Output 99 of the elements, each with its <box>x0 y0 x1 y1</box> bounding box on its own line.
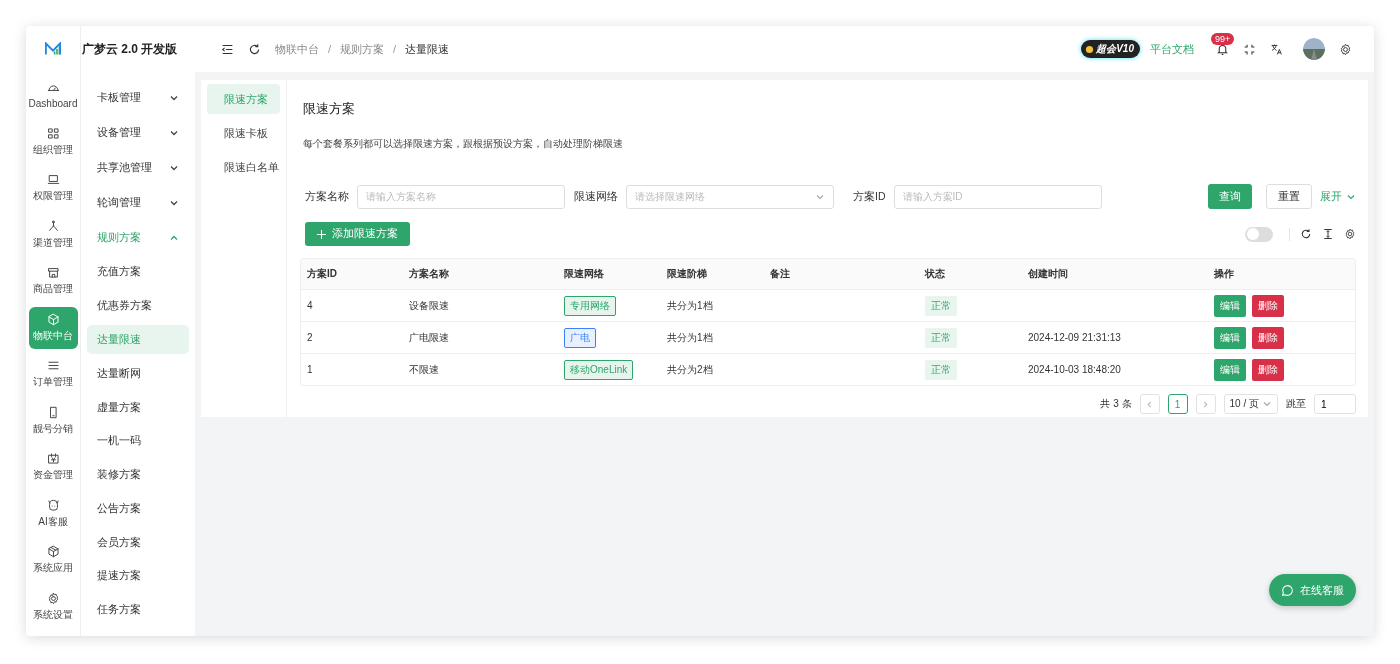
submenu-group[interactable]: 共享池管理 <box>87 150 189 185</box>
column-height-icon[interactable] <box>1322 228 1334 240</box>
network-tag: 广电 <box>564 327 596 348</box>
notification-count: 99+ <box>1211 32 1235 45</box>
app-title: 广梦云 2.0 开发版 <box>82 40 178 58</box>
jump-label: 跳至 <box>1286 397 1306 411</box>
submenu-group[interactable]: 轮询管理 <box>87 185 189 220</box>
rail-item[interactable]: 靓号分销 <box>28 399 78 442</box>
column-header: 限速阶梯 <box>666 267 708 281</box>
side-tab[interactable]: 限速白名单 <box>207 152 280 182</box>
table-cell: 4 <box>307 300 313 311</box>
submenu-group[interactable]: 卡板管理 <box>87 80 189 115</box>
table-cell: 2024-12-09 21:31:13 <box>1028 332 1121 343</box>
vip-badge: 超会V10 <box>1081 40 1140 58</box>
filter-label: 限速网络 <box>574 189 618 204</box>
rail-item[interactable]: 组织管理 <box>28 120 78 163</box>
submenu-item[interactable]: 虚量方案 <box>87 392 189 422</box>
table-cell: 广电限速 <box>409 330 449 345</box>
settings-icon[interactable] <box>1344 228 1356 240</box>
column-header: 状态 <box>923 267 946 281</box>
submenu-item[interactable]: 公告方案 <box>87 493 189 523</box>
delete-button[interactable]: 删除 <box>1252 294 1284 317</box>
rail-item[interactable]: 权限管理 <box>28 167 78 210</box>
rail-item[interactable]: 系统应用 <box>28 539 78 582</box>
rail-item[interactable]: AI客服 <box>28 492 78 535</box>
settings-icon <box>46 591 60 605</box>
submenu-item[interactable]: 会员方案 <box>87 527 189 557</box>
breadcrumb-item[interactable]: 规则方案 <box>340 41 385 57</box>
rail-item[interactable]: 系统设置 <box>28 585 78 628</box>
medal-icon <box>1085 44 1095 54</box>
page-size-select[interactable]: 10 / 页 <box>1223 394 1278 414</box>
page-description: 每个套餐系列都可以选择限速方案，跟根据预设方案，自动处理阶梯限速 <box>303 137 624 151</box>
page-title: 限速方案 <box>303 100 356 118</box>
rail-item[interactable]: 渠道管理 <box>28 213 78 256</box>
status-tag: 正常 <box>925 295 957 316</box>
network-tag: 移动OneLink <box>564 359 634 380</box>
reset-button[interactable]: 重置 <box>1266 184 1312 209</box>
wallet-icon <box>46 452 60 466</box>
column-header: 操作 <box>1213 267 1235 281</box>
table-cell: 共分为2档 <box>667 362 713 377</box>
chevron-right-icon <box>1201 399 1211 409</box>
rail-item[interactable]: 商品管理 <box>28 260 78 303</box>
rail-item[interactable]: 资金管理 <box>28 446 78 489</box>
table-cell: 2 <box>307 332 313 343</box>
collapse-menu-icon[interactable] <box>221 42 234 56</box>
network-icon <box>46 219 60 233</box>
column-header: 备注 <box>769 267 791 281</box>
bell-icon[interactable] <box>1216 42 1229 56</box>
submenu-item[interactable]: 提速方案 <box>87 561 189 591</box>
delete-button[interactable]: 删除 <box>1252 358 1284 381</box>
rail-item[interactable]: Dashboard <box>28 74 78 117</box>
settings-icon[interactable] <box>1339 42 1352 56</box>
filter-label: 方案ID <box>853 189 886 204</box>
column-header: 方案名称 <box>408 267 450 281</box>
submenu-group[interactable]: 设备管理 <box>87 115 189 150</box>
bot-icon <box>46 498 60 512</box>
rail-item[interactable]: 订单管理 <box>28 353 78 396</box>
submenu-item[interactable]: 达量断网 <box>87 358 189 388</box>
submenu-item[interactable]: 装修方案 <box>87 460 189 490</box>
refresh-icon[interactable] <box>1300 228 1312 240</box>
chat-bubble-icon <box>1281 583 1294 597</box>
status-tag: 正常 <box>925 327 957 348</box>
network-tag: 专用网络 <box>564 295 616 316</box>
breadcrumb-separator: / <box>393 43 397 55</box>
status-tag: 正常 <box>925 359 957 380</box>
cube-icon <box>46 312 60 326</box>
grid-icon <box>46 126 60 140</box>
side-tab[interactable]: 限速卡板 <box>207 118 280 148</box>
avatar[interactable] <box>1303 38 1325 60</box>
submenu-item[interactable]: 一机一码 <box>87 426 189 456</box>
plus-icon <box>317 229 326 239</box>
table-cell: 设备限速 <box>409 298 449 313</box>
column-header: 方案ID <box>306 267 338 281</box>
breadcrumb-item: 达量限速 <box>405 41 450 57</box>
column-header: 限速网络 <box>563 267 605 281</box>
logo-icon <box>45 42 61 56</box>
breadcrumb-item[interactable]: 物联中台 <box>275 41 319 57</box>
toggle-switch[interactable] <box>1245 226 1273 242</box>
translate-icon[interactable] <box>1270 42 1283 56</box>
table-cell: 1 <box>307 364 313 375</box>
column-header: 创建时间 <box>1027 267 1069 281</box>
fullscreen-icon[interactable] <box>1243 42 1256 56</box>
chevron-down-icon <box>1262 399 1272 409</box>
submenu-item[interactable]: 任务方案 <box>87 595 189 625</box>
filter-label: 方案名称 <box>305 189 349 204</box>
table-cell: 不限速 <box>409 362 439 377</box>
submenu-item[interactable]: 优惠券方案 <box>87 291 189 321</box>
jump-field[interactable]: 1 <box>1314 394 1356 414</box>
box-icon <box>46 545 60 559</box>
breadcrumb-separator: / <box>328 43 332 55</box>
submenu-item[interactable]: 充值方案 <box>87 257 189 287</box>
table-cell: 共分为1档 <box>667 330 713 345</box>
laptop-icon <box>46 173 60 187</box>
table-cell: 2024-10-03 18:48:20 <box>1028 364 1121 375</box>
table-cell: 共分为1档 <box>667 298 713 313</box>
store-icon <box>46 266 60 280</box>
refresh-icon[interactable] <box>248 42 261 56</box>
total-count: 共 3 条 <box>1100 397 1132 411</box>
delete-button[interactable]: 删除 <box>1252 326 1284 349</box>
